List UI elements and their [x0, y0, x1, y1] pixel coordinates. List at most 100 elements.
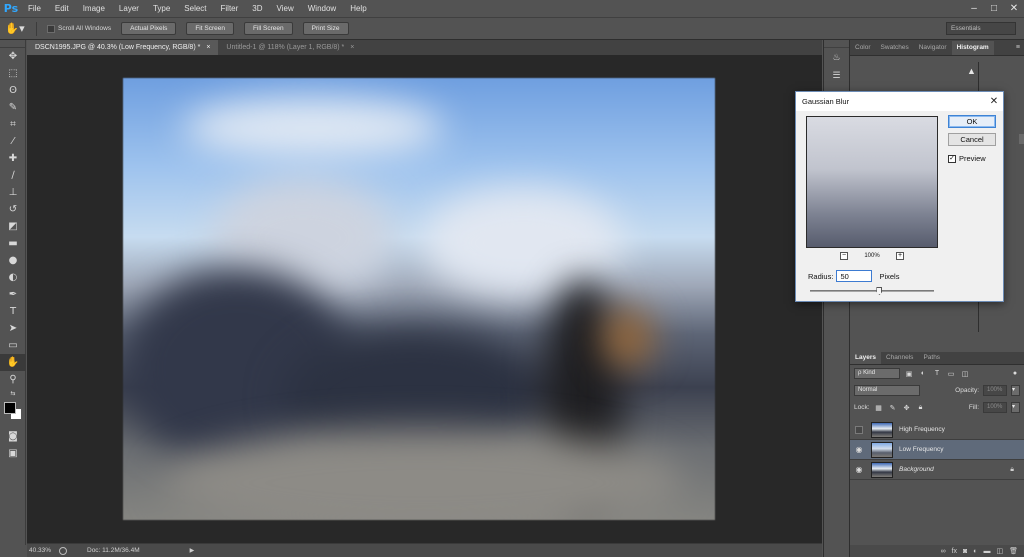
blend-mode-select[interactable]: Normal — [854, 385, 920, 396]
workspace-select[interactable]: Essentials — [946, 22, 1016, 35]
menu-image[interactable]: Image — [77, 0, 113, 18]
menu-help[interactable]: Help — [344, 0, 374, 18]
quick-mask-icon[interactable]: ◙ — [0, 428, 26, 445]
menu-3d[interactable]: 3D — [246, 0, 270, 18]
close-tab-icon[interactable]: × — [206, 44, 210, 51]
doc-tab-untitled-1[interactable]: Untitled-1 @ 118% (Layer 1, RGB/8) * × — [218, 40, 362, 55]
screen-mode-icon[interactable]: ▣ — [0, 445, 26, 462]
filter-shape-icon[interactable]: ▭ — [946, 369, 956, 379]
brush-presets-icon[interactable]: ♨ — [824, 48, 849, 66]
healing-brush-tool-icon[interactable]: ✚ — [0, 150, 26, 167]
zoom-tool-icon[interactable]: ⚲ — [0, 371, 26, 388]
filter-toggle-icon[interactable]: ● — [1010, 369, 1020, 379]
quick-selection-tool-icon[interactable]: ✎ — [0, 99, 26, 116]
tab-layers[interactable]: Layers — [850, 352, 881, 364]
canvas-area[interactable] — [27, 55, 822, 543]
radius-slider[interactable] — [810, 287, 934, 295]
type-tool-icon[interactable]: T — [0, 303, 26, 320]
move-tool-icon[interactable]: ✥ — [0, 48, 26, 65]
mask-icon[interactable]: ◙ — [963, 548, 967, 555]
foreground-color-swatch[interactable] — [4, 402, 16, 414]
blur-tool-icon[interactable]: ● — [0, 252, 26, 269]
actual-pixels-button[interactable]: Actual Pixels — [121, 22, 177, 35]
trash-icon[interactable]: 🗑︎ — [1009, 547, 1018, 555]
lasso-tool-icon[interactable]: ʘ — [0, 82, 26, 99]
minimize-button[interactable]: – — [964, 0, 984, 18]
maximize-button[interactable]: □ — [984, 0, 1004, 18]
preview-checkbox[interactable]: ✓ Preview — [948, 154, 986, 163]
crop-tool-icon[interactable]: ⌗ — [0, 116, 26, 133]
warning-icon[interactable]: ▲ — [967, 66, 976, 76]
gradient-tool-icon[interactable]: ▬ — [0, 235, 26, 252]
close-tab-icon[interactable]: × — [350, 44, 354, 51]
fill-dropdown-icon[interactable]: ▾ — [1011, 402, 1020, 413]
radius-slider-thumb[interactable] — [876, 287, 883, 295]
filter-smart-object-icon[interactable]: ◫ — [960, 369, 970, 379]
layer-row-background[interactable]: ◉ Background 🔒︎ — [850, 460, 1024, 480]
layer-row-high-frequency[interactable]: High Frequency — [850, 420, 1024, 440]
eye-icon[interactable]: ◉ — [850, 445, 868, 454]
fill-screen-button[interactable]: Fill Screen — [243, 22, 293, 35]
lock-pixels-icon[interactable]: ✎ — [888, 403, 898, 413]
menu-select[interactable]: Select — [178, 0, 214, 18]
history-panel-icon[interactable]: ☰ — [824, 66, 849, 84]
dodge-tool-icon[interactable]: ◐ — [0, 269, 26, 286]
zoom-in-button[interactable]: + — [895, 252, 904, 260]
tab-color[interactable]: Color — [850, 41, 876, 55]
eye-icon[interactable]: ◉ — [850, 465, 868, 474]
eraser-tool-icon[interactable]: ◩ — [0, 218, 26, 235]
blur-preview-window[interactable] — [806, 116, 938, 248]
menu-type[interactable]: Type — [147, 0, 178, 18]
filter-adjustment-icon[interactable]: ◐ — [918, 369, 928, 379]
opacity-field[interactable]: 100% — [983, 385, 1007, 396]
scroll-all-windows-checkbox[interactable]: Scroll All Windows — [47, 24, 111, 33]
filter-type-icon[interactable]: T — [932, 369, 942, 379]
eyedropper-tool-icon[interactable]: ⁄ — [0, 133, 26, 150]
lock-transparent-icon[interactable]: ▦ — [874, 403, 884, 413]
hand-tool-icon[interactable]: ✋ — [0, 354, 26, 371]
zoom-out-button[interactable]: − — [840, 252, 848, 260]
opacity-dropdown-icon[interactable]: ▾ — [1011, 385, 1020, 396]
document-image[interactable] — [123, 78, 715, 520]
ok-button[interactable]: OK — [948, 115, 996, 128]
menu-window[interactable]: Window — [302, 0, 344, 18]
pen-tool-icon[interactable]: ✒ — [0, 286, 26, 303]
path-selection-tool-icon[interactable]: ➤ — [0, 320, 26, 337]
panel-menu-icon[interactable]: ≡ — [1016, 41, 1020, 55]
tab-navigator[interactable]: Navigator — [914, 41, 952, 55]
doc-tab-dscn1995[interactable]: DSCN1995.JPG @ 40.3% (Low Frequency, RGB… — [27, 40, 219, 55]
strip-grip[interactable] — [824, 40, 849, 48]
panel-scroll-handle[interactable] — [1019, 134, 1024, 144]
filter-pixel-icon[interactable]: ▣ — [904, 369, 914, 379]
tab-paths[interactable]: Paths — [918, 352, 945, 364]
marquee-tool-icon[interactable]: ⬚ — [0, 65, 26, 82]
menu-layer[interactable]: Layer — [113, 0, 147, 18]
link-icon[interactable]: ∞ — [941, 548, 946, 555]
status-info-icon[interactable] — [59, 546, 67, 555]
dialog-title-bar[interactable]: Gaussian Blur ✕ — [796, 92, 1003, 111]
hand-tool-preset-icon[interactable]: ✋▾ — [0, 18, 30, 40]
visibility-toggle[interactable] — [850, 425, 868, 434]
menu-file[interactable]: File — [22, 0, 49, 18]
dialog-close-icon[interactable]: ✕ — [985, 96, 1003, 107]
shape-tool-icon[interactable]: ▭ — [0, 337, 26, 354]
layer-row-low-frequency[interactable]: ◉ Low Frequency — [850, 440, 1024, 460]
tools-panel-grip[interactable] — [0, 40, 25, 48]
lock-all-icon[interactable]: 🔒︎ — [916, 403, 926, 413]
lock-position-icon[interactable]: ✥ — [902, 403, 912, 413]
menu-view[interactable]: View — [271, 0, 302, 18]
brush-tool-icon[interactable]: ∕ — [0, 167, 26, 184]
folder-icon[interactable]: ▬ — [983, 548, 990, 555]
tab-histogram[interactable]: Histogram — [951, 41, 994, 55]
close-window-button[interactable]: ✕ — [1004, 0, 1024, 18]
print-size-button[interactable]: Print Size — [302, 22, 349, 35]
menu-filter[interactable]: Filter — [215, 0, 247, 18]
fill-field[interactable]: 100% — [983, 402, 1007, 413]
clone-stamp-tool-icon[interactable]: ⊥ — [0, 184, 26, 201]
menu-edit[interactable]: Edit — [49, 0, 77, 18]
color-swatches[interactable] — [0, 398, 26, 428]
zoom-level-field[interactable]: 40.33% — [27, 547, 59, 554]
fx-icon[interactable]: fx — [952, 548, 957, 555]
tab-channels[interactable]: Channels — [881, 352, 918, 364]
status-menu-arrow-icon[interactable]: ▶ — [190, 547, 195, 554]
